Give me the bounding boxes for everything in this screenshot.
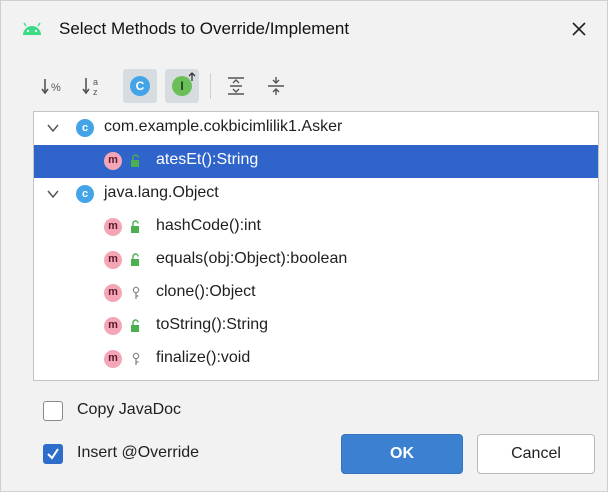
method-name: clone():Object — [156, 283, 256, 300]
tree-class-row[interactable]: c java.lang.Object — [34, 178, 598, 211]
method-tree[interactable]: c com.example.cokbicimlilik1.Asker m ate… — [33, 111, 599, 381]
checkbox-box[interactable] — [43, 444, 63, 464]
method-icon: m — [104, 350, 122, 368]
sort-alpha-icon: a z — [82, 77, 98, 97]
title-bar: Select Methods to Override/Implement — [1, 1, 607, 57]
class-icon: C — [130, 76, 150, 96]
close-icon — [572, 22, 586, 36]
public-lock-icon — [131, 319, 139, 332]
tree-method-row[interactable]: m clone():Object — [34, 277, 598, 310]
public-lock-icon — [131, 253, 139, 266]
method-icon: m — [104, 284, 122, 302]
ok-button[interactable]: OK — [341, 434, 463, 474]
close-button[interactable] — [563, 13, 595, 45]
toolbar: % a z C I — [37, 67, 337, 107]
copy-javadoc-label: Copy JavaDoc — [77, 401, 182, 418]
cancel-button[interactable]: Cancel — [477, 434, 595, 474]
method-name: equals(obj:Object):boolean — [156, 250, 348, 267]
svg-text:a: a — [93, 77, 98, 87]
sort-percent-icon: % — [41, 79, 61, 95]
collapse-all-icon — [268, 77, 284, 95]
dialog-title: Select Methods to Override/Implement — [59, 19, 350, 38]
expand-all-icon — [228, 77, 244, 95]
class-name: com.example.cokbicimlilik1.Asker — [104, 118, 343, 135]
arrow-up-icon — [188, 72, 196, 81]
class-icon: c — [76, 119, 94, 137]
checkbox-box[interactable] — [43, 401, 63, 421]
protected-key-icon — [132, 286, 140, 299]
interface-icon: I — [172, 72, 196, 96]
public-lock-icon — [131, 154, 139, 167]
tree-method-row[interactable]: m toString():String — [34, 310, 598, 343]
tree-method-row[interactable]: m finalize():void — [34, 343, 598, 376]
expand-all-button[interactable] — [219, 69, 253, 103]
svg-text:z: z — [93, 87, 98, 97]
android-icon — [23, 22, 41, 35]
method-icon: m — [104, 152, 122, 170]
tree-method-row[interactable]: m atesEt():String — [34, 145, 598, 178]
tree-class-row[interactable]: c com.example.cokbicimlilik1.Asker — [34, 112, 598, 145]
override-dialog: Select Methods to Override/Implement % a… — [0, 0, 608, 492]
method-name: toString():String — [156, 316, 269, 333]
method-name: hashCode():int — [156, 217, 261, 234]
method-icon: m — [104, 218, 122, 236]
chevron-down-icon[interactable] — [46, 187, 60, 201]
toolbar-separator — [210, 73, 211, 99]
method-name: finalize():void — [156, 349, 251, 366]
method-icon: m — [104, 251, 122, 269]
sort-by-percent-button[interactable]: % — [37, 69, 71, 103]
chevron-down-icon[interactable] — [46, 121, 60, 135]
svg-text:%: % — [51, 82, 61, 94]
tree-method-row[interactable]: m hashCode():int — [34, 211, 598, 244]
checkmark-icon — [47, 448, 59, 460]
sort-alphabetically-button[interactable]: a z — [77, 69, 111, 103]
interface-icon-letter: I — [180, 79, 184, 93]
insert-override-label: Insert @Override — [77, 444, 200, 461]
protected-key-icon — [132, 352, 140, 365]
method-name: atesEt():String — [156, 151, 259, 168]
show-interfaces-button[interactable]: I — [165, 69, 199, 103]
class-icon: c — [76, 185, 94, 203]
method-icon: m — [104, 317, 122, 335]
class-name: java.lang.Object — [104, 184, 219, 201]
public-lock-icon — [131, 220, 139, 233]
tree-method-row[interactable]: m equals(obj:Object):boolean — [34, 244, 598, 277]
collapse-all-button[interactable] — [259, 69, 293, 103]
show-classes-button[interactable]: C — [123, 69, 157, 103]
